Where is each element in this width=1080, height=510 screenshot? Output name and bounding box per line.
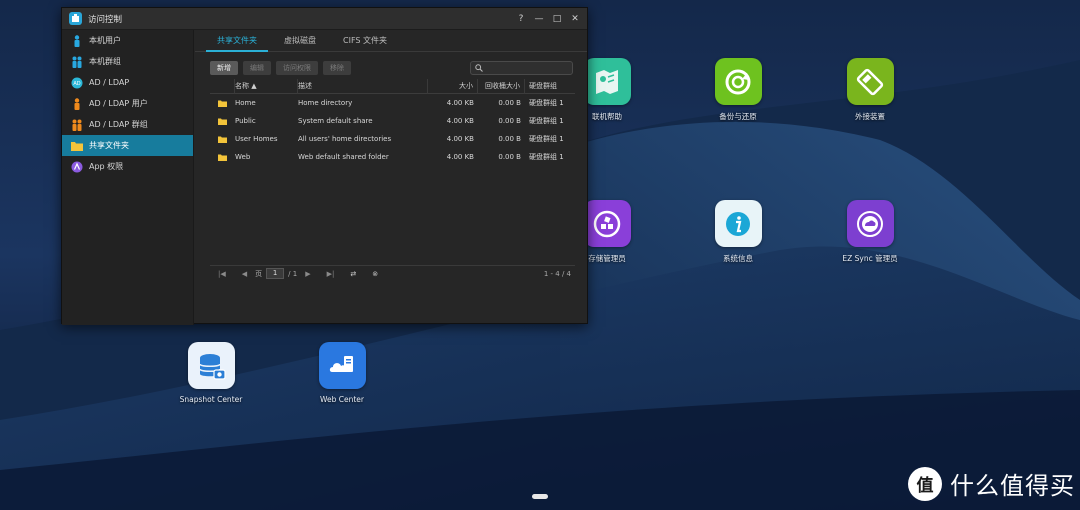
- desktop-icon-ez-sync[interactable]: EZ Sync 管理员: [825, 200, 915, 264]
- watermark-text: 什么值得买: [950, 472, 1075, 500]
- next-page-icon[interactable]: ▶: [305, 270, 310, 278]
- map-help-icon: [583, 58, 631, 105]
- previous-page-icon[interactable]: ◀: [242, 270, 247, 278]
- table-row[interactable]: Home Home directory 4.00 KB 0.00 B 硬盘群组 …: [210, 94, 575, 112]
- table-row[interactable]: Public System default share 4.00 KB 0.00…: [210, 112, 575, 130]
- ldap-group-icon: [71, 119, 83, 131]
- sidebar-item-label: App 权限: [89, 162, 124, 171]
- remove-button[interactable]: 移除: [323, 61, 351, 75]
- close-button[interactable]: ✕: [569, 13, 581, 25]
- sidebar-item-ad-ldap-groups[interactable]: AD / LDAP 群组: [62, 114, 193, 135]
- page-range: 1 - 4 / 4: [543, 269, 571, 278]
- access-control-app-icon: [69, 12, 82, 25]
- storage-manager-icon: [583, 200, 631, 247]
- first-page-icon[interactable]: |◀: [218, 270, 226, 278]
- shared-folder-icon: [71, 140, 83, 152]
- desktop-icon-external-device[interactable]: 外接装置: [825, 58, 915, 122]
- table-header: 名称 ▲ 描述 大小 回收桶大小 硬盘群组: [210, 78, 575, 94]
- toolbar: 新增 编辑 访问权限 移除: [195, 58, 587, 78]
- column-header-size[interactable]: 大小: [428, 78, 478, 94]
- ez-sync-icon: [846, 200, 894, 247]
- pagination-bar: |◀ ◀ 页 1 / 1 ▶ ▶| ⇄ ⊗ 1 - 4 / 4: [210, 265, 575, 281]
- sidebar-item-label: AD / LDAP 群组: [89, 120, 148, 129]
- access-rights-button[interactable]: 访问权限: [276, 61, 318, 75]
- last-page-icon[interactable]: ▶|: [327, 270, 335, 278]
- column-header-name[interactable]: 名称 ▲: [235, 78, 298, 94]
- window-titlebar[interactable]: 访问控制 ? — □ ✕: [62, 8, 587, 30]
- sidebar-item-label: 共享文件夹: [89, 141, 129, 150]
- svg-text:AD: AD: [73, 81, 80, 87]
- access-control-window: 访问控制 ? — □ ✕ 本机用户 本机群组 AD AD / LDAP AD /…: [61, 7, 588, 325]
- desktop-icon-system-info[interactable]: 系统信息: [693, 200, 783, 264]
- watermark-logo: 值: [908, 466, 942, 501]
- sidebar-item-local-users[interactable]: 本机用户: [62, 30, 193, 51]
- app-permission-icon: [71, 161, 83, 173]
- column-header-description[interactable]: 描述: [298, 78, 428, 94]
- refresh-icon[interactable]: ⇄: [350, 270, 356, 278]
- ldap-icon: AD: [71, 77, 83, 89]
- folder-icon: [210, 154, 235, 161]
- clear-icon[interactable]: ⊗: [372, 270, 378, 278]
- window-title: 访问控制: [88, 14, 123, 25]
- ldap-user-icon: [71, 97, 83, 110]
- page-total: / 1: [288, 269, 298, 278]
- desktop-icon-snapshot-center[interactable]: Snapshot Center: [166, 342, 256, 404]
- sidebar-item-label: AD / LDAP: [89, 78, 130, 87]
- home-indicator[interactable]: [532, 494, 548, 499]
- page-number-input[interactable]: 1: [266, 268, 285, 279]
- tab-cifs-folder[interactable]: CIFS 文件夹: [332, 30, 398, 52]
- table-row[interactable]: Web Web default shared folder 4.00 KB 0.…: [210, 148, 575, 166]
- sidebar-item-ad-ldap-users[interactable]: AD / LDAP 用户: [62, 93, 193, 114]
- sidebar-item-label: 本机群组: [89, 57, 121, 66]
- desktop-icon-backup[interactable]: 备份与还原: [693, 58, 783, 122]
- backup-restore-icon: [714, 58, 762, 105]
- sidebar-item-shared-folders[interactable]: 共享文件夹: [62, 135, 193, 156]
- sidebar-item-local-groups[interactable]: 本机群组: [62, 51, 193, 72]
- desktop-icon-web-center[interactable]: Web Center: [297, 342, 387, 404]
- sidebar-item-app-permissions[interactable]: App 权限: [62, 156, 193, 177]
- group-icon: [71, 56, 83, 68]
- folder-icon: [210, 136, 235, 143]
- tab-shared-folders[interactable]: 共享文件夹: [206, 30, 268, 52]
- info-icon: [714, 200, 762, 247]
- watermark: 值 什么值得买: [908, 466, 1075, 501]
- table-row[interactable]: User Homes All users' home directories 4…: [210, 130, 575, 148]
- edit-button[interactable]: 编辑: [243, 61, 271, 75]
- snapshot-center-icon: [187, 342, 235, 389]
- shared-folder-table: 名称 ▲ 描述 大小 回收桶大小 硬盘群组 Home Home director…: [210, 78, 575, 257]
- search-input[interactable]: [470, 61, 573, 75]
- sidebar-item-ad-ldap[interactable]: AD AD / LDAP: [62, 72, 193, 93]
- page-label: 页: [255, 269, 263, 278]
- minimize-button[interactable]: —: [533, 13, 545, 25]
- main-panel: 共享文件夹 虚拟磁盘 CIFS 文件夹 新增 编辑 访问权限 移除 名称 ▲ 描…: [195, 30, 587, 325]
- folder-icon: [210, 118, 235, 125]
- sidebar-item-label: AD / LDAP 用户: [89, 99, 148, 108]
- column-header-recycle-size[interactable]: 回收桶大小: [478, 78, 525, 94]
- web-center-icon: [318, 342, 366, 389]
- user-icon: [71, 34, 83, 47]
- add-button[interactable]: 新增: [210, 61, 238, 75]
- folder-icon: [210, 100, 235, 107]
- tab-bar: 共享文件夹 虚拟磁盘 CIFS 文件夹: [195, 30, 587, 52]
- maximize-button[interactable]: □: [551, 13, 563, 25]
- sidebar: 本机用户 本机群组 AD AD / LDAP AD / LDAP 用户 AD /…: [62, 30, 194, 325]
- usb-device-icon: [846, 58, 894, 105]
- sidebar-item-label: 本机用户: [89, 36, 121, 45]
- column-header-disk-group[interactable]: 硬盘群组: [525, 79, 575, 94]
- search-icon: [475, 64, 483, 72]
- tab-virtual-disk[interactable]: 虚拟磁盘: [273, 30, 327, 52]
- help-button[interactable]: ?: [515, 13, 527, 25]
